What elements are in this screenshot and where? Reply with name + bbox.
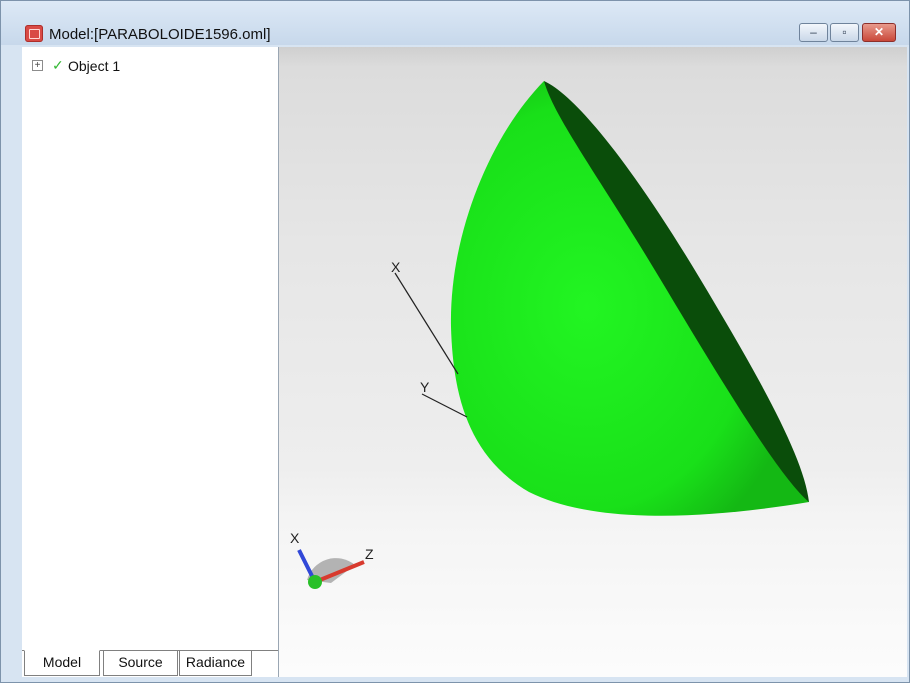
minimize-button[interactable]: – (799, 23, 828, 42)
model-tree-panel: + ✓ Object 1 Model Source Radiance (22, 47, 279, 677)
app-icon (25, 25, 43, 42)
triad-y-axis (308, 575, 322, 589)
model-y-axis-label: Y (420, 379, 430, 395)
expand-icon[interactable]: + (32, 60, 43, 71)
tree-item-label: Object 1 (68, 58, 121, 74)
paraboloid-outer-surface (450, 81, 809, 516)
3d-viewport[interactable]: X Y X Z (279, 47, 907, 677)
title-bar[interactable]: Model:[PARABOLOIDE1596.oml] – ▫ ✕ (1, 1, 909, 45)
model-x-axis-line (394, 272, 459, 375)
panel-tabs: Model Source Radiance (22, 650, 278, 678)
viewport-canvas: X Y X Z (290, 81, 809, 589)
triad-z-label: Z (365, 546, 374, 562)
maximize-button[interactable]: ▫ (830, 23, 859, 42)
window-client-area: + ✓ Object 1 Model Source Radiance X Y X… (22, 47, 907, 677)
check-icon: ✓ (52, 57, 64, 73)
tab-source[interactable]: Source (103, 651, 178, 676)
window-title: Model:[PARABOLOIDE1596.oml] (49, 26, 271, 43)
close-button[interactable]: ✕ (862, 23, 896, 42)
model-window: Model:[PARABOLOIDE1596.oml] – ▫ ✕ + ✓ Ob… (0, 0, 910, 683)
tab-radiance[interactable]: Radiance (179, 651, 252, 676)
orientation-triad-icon[interactable]: X Z (290, 530, 374, 589)
triad-x-label: X (290, 530, 300, 546)
tab-model[interactable]: Model (24, 650, 100, 676)
model-x-axis-label: X (391, 259, 401, 275)
